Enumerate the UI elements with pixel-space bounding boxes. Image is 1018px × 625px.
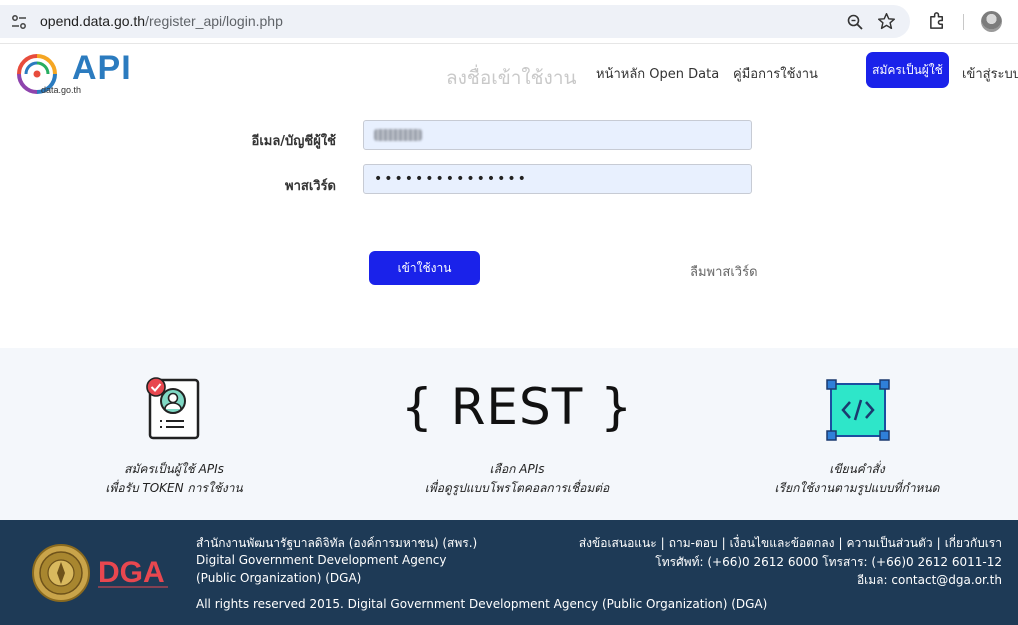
footer-link-feedback[interactable]: ส่งข้อเสนอแนะ (579, 536, 657, 550)
url-path: /register_api/login.php (145, 13, 283, 29)
profile-avatar[interactable] (981, 11, 1002, 32)
contact-phone: โทรศัพท์: (+66)0 2612 6000 โทรสาร: (+66)… (655, 555, 1002, 569)
email-label: อีเมล/บัญชีผู้ใช้ (251, 134, 336, 149)
dga-logo-text: DGA (98, 556, 165, 589)
feature-rest-desc: เพื่อดูรูปแบบโพรโตคอลการเชื่อมต่อ (424, 481, 610, 495)
feature-register-title: สมัครเป็นผู้ใช้ APIs (124, 462, 224, 476)
forgot-password-link[interactable]: ลืมพาสเวิร์ด (690, 261, 758, 282)
browser-toolbar: opend.data.go.th/register_api/login.php (0, 0, 1018, 44)
redacted-email-value (374, 129, 422, 141)
logo-api-text[interactable]: API (72, 49, 132, 88)
link-separator: | (660, 536, 665, 550)
url-host: opend.data.go.th (40, 13, 146, 29)
site-footer: DGA สำนักงานพัฒนารัฐบาลดิจิทัล (องค์การม… (0, 520, 1018, 625)
link-separator: | (936, 536, 941, 550)
feature-code-desc: เรียกใช้งานตามรูปแบบที่กำหนด (774, 481, 940, 495)
footer-link-privacy[interactable]: ความเป็นส่วนตัว (847, 536, 933, 550)
bookmark-star-icon[interactable] (877, 12, 896, 31)
site-header: data.go.th API ลงชื่อเข้าใช้งาน หน้าหลัก… (0, 45, 1018, 103)
feature-rest-title: เลือก APIs (489, 462, 545, 476)
contact-email[interactable]: อีเมล: contact@dga.or.th (857, 571, 1002, 590)
org-name-en: Digital Government Development Agency (196, 553, 447, 567)
page-title: ลงชื่อเข้าใช้งาน (446, 67, 577, 89)
feature-register-desc: เพื่อรับ TOKEN การใช้งาน (105, 481, 243, 495)
password-field[interactable]: ••••••••••••••• (363, 164, 752, 194)
org-name-th: สำนักงานพัฒนารัฐบาลดิจิทัล (องค์การมหาชน… (196, 536, 478, 550)
rest-icon: { REST } (400, 378, 634, 436)
nav-login[interactable]: เข้าสู่ระบบ (962, 63, 1018, 84)
features-section: สมัครเป็นผู้ใช้ APIs เพื่อรับ TOKEN การใ… (0, 348, 1018, 520)
link-separator: | (838, 536, 843, 550)
footer-link-faq[interactable]: ถาม-ตอบ (669, 536, 718, 550)
address-bar[interactable]: opend.data.go.th/register_api/login.php (0, 5, 910, 38)
signup-button[interactable]: สมัครเป็นผู้ใช้ (866, 52, 949, 88)
nav-manual[interactable]: คู่มือการใช้งาน (733, 63, 818, 84)
extensions-puzzle-icon[interactable] (928, 11, 947, 30)
footer-links: ส่งข้อเสนอแนะ | ถาม-ตอบ | เงื่อนไขและข้อตกลง… (579, 534, 1002, 553)
url-text[interactable]: opend.data.go.th/register_api/login.php (40, 13, 283, 29)
org-name-en-suffix: (Public Organization) (DGA) (196, 571, 362, 585)
toolbar-divider (963, 14, 964, 30)
site-settings-icon[interactable] (11, 14, 27, 30)
footer-link-about[interactable]: เกี่ยวกับเรา (945, 536, 1002, 550)
password-label: พาสเวิร์ด (285, 179, 336, 194)
zoom-icon[interactable] (846, 13, 864, 31)
thai-government-seal-icon (32, 544, 90, 602)
login-submit-button[interactable]: เข้าใช้งาน (369, 251, 480, 285)
code-icon (826, 379, 890, 441)
feature-code-title: เขียนคำสั่ง (829, 462, 885, 476)
link-separator: | (721, 536, 726, 550)
nav-home-open-data[interactable]: หน้าหลัก Open Data (596, 63, 719, 84)
footer-link-terms[interactable]: เงื่อนไขและข้อตกลง (730, 536, 835, 550)
register-user-icon (146, 377, 200, 440)
dga-logo: DGA (98, 556, 168, 589)
email-field[interactable] (363, 120, 752, 150)
copyright-text: All rights reserved 2015. Digital Govern… (196, 597, 768, 611)
